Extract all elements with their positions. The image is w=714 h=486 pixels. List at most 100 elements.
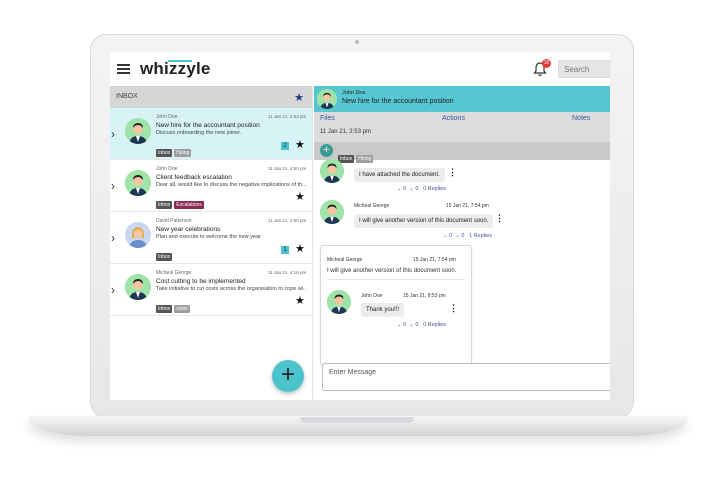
avatar [125, 222, 151, 248]
avatar [125, 170, 151, 196]
tag-inbox[interactable]: Inbox [156, 149, 173, 157]
mail-subject: Cost cutting to be implemented [156, 278, 246, 285]
chevron-down-icon[interactable]: ⌄ [455, 233, 460, 239]
laptop-camera [355, 40, 359, 44]
inbox-header: INBOX ★ [110, 86, 312, 108]
star-icon[interactable]: ★ [295, 138, 305, 151]
message-sender: Micheal George [354, 203, 390, 209]
message-bubble: I have attached the document. [354, 168, 445, 182]
message-sender: John Doe [361, 293, 383, 299]
mail-date: 11 Jan 21, 4:16 pm [268, 270, 307, 275]
chevron-down-icon[interactable]: ⌄ [397, 186, 402, 192]
chevron-down-icon[interactable]: ⌄ [443, 233, 448, 239]
thread-tags: Inbox Hiring [338, 147, 375, 165]
more-options-icon[interactable]: ⋮ [495, 214, 504, 223]
mail-item[interactable]: › John Doe 11 Jan 21, 4:50 pm Client fee… [110, 160, 312, 212]
message-bubble: Thank you!!! [361, 303, 405, 317]
tag-crisis[interactable]: crisis [174, 305, 190, 313]
hamburger-menu-icon[interactable] [117, 64, 130, 74]
message-text: I will give another version of this docu… [327, 268, 457, 274]
tag-inbox[interactable]: Inbox [156, 253, 173, 261]
thread-header: John Doe New hire for the accountant pos… [314, 86, 610, 112]
message-date: 15 Jan 21, 7:54 pm [413, 257, 456, 263]
tag-inbox[interactable]: Inbox [156, 201, 173, 209]
replies-link[interactable]: 0 Replies [423, 322, 446, 328]
notification-badge: 10 [542, 59, 551, 68]
mail-tags: Inbox Hiring [156, 141, 193, 159]
star-icon[interactable]: ★ [295, 294, 305, 307]
message-date: 15 Jan 21, 8:53 pm [403, 293, 446, 299]
message-reactions: ⌄ 0 ⌄ 0 0 Replies [397, 322, 446, 328]
mail-preview: Plan and execute to welcome the new year [156, 234, 261, 240]
inbox-panel: INBOX ★ › John Doe 11 Jan 21, 2:53 pm Ne… [110, 86, 313, 400]
tag-hiring[interactable]: Hiring [356, 155, 374, 163]
tag-escalations[interactable]: Escalations [174, 201, 204, 209]
replies-link[interactable]: 0 Replies [423, 186, 446, 192]
thread-date: 11 Jan 21, 2:53 pm [320, 129, 371, 135]
avatar [320, 200, 344, 224]
mail-sender: Micheal George [156, 270, 192, 276]
tag-inbox[interactable]: Inbox [156, 305, 173, 313]
app-screen: whizzyle 10 Search INBOX ★ › John Doe 11… [110, 52, 610, 400]
avatar [125, 274, 151, 300]
add-tag-button[interactable]: + [320, 144, 333, 157]
laptop-notch [300, 417, 414, 423]
avatar [125, 118, 151, 144]
unread-count-badge: 2 [281, 142, 289, 150]
mail-preview: Dear all, would like to discuss the nega… [156, 182, 306, 188]
message-date: 15 Jan 21, 7:54 pm [446, 203, 489, 209]
message-reactions: ⌄ 0 ⌄ 0 0 Replies [397, 186, 446, 192]
more-options-icon[interactable]: ⋮ [449, 304, 458, 313]
unread-count-badge: 1 [281, 246, 289, 254]
avatar [327, 290, 351, 314]
mail-tags: Inbox crisis [156, 297, 192, 315]
mail-subject: New hire for the accountant position [156, 122, 260, 129]
mail-item[interactable]: › David Patterson 11 Jan 21, 4:50 pm New… [110, 212, 312, 264]
avatar [317, 89, 337, 109]
mail-subject: Client feedback escalation [156, 174, 232, 181]
chevron-right-icon[interactable]: › [111, 127, 115, 141]
tag-hiring[interactable]: Hiring [174, 149, 192, 157]
mail-sender: David Patterson [156, 218, 192, 224]
chevron-right-icon[interactable]: › [111, 231, 115, 245]
tab-notes[interactable]: Notes [572, 115, 590, 122]
replies-link[interactable]: 1 Replies [469, 233, 492, 239]
logo-accent [168, 60, 192, 62]
message-bubble: I will give another version of this docu… [354, 214, 494, 228]
chevron-down-icon[interactable]: ⌄ [409, 322, 414, 328]
compose-button[interactable]: + [272, 360, 304, 392]
tab-actions[interactable]: Actions [442, 115, 465, 122]
mail-subject: New year celebrations [156, 226, 221, 233]
chevron-right-icon[interactable]: › [111, 179, 115, 193]
search-input[interactable]: Search [558, 60, 610, 78]
mail-date: 11 Jan 21, 4:50 pm [268, 218, 307, 223]
mail-tags: Inbox Escalations [156, 193, 206, 211]
tab-files[interactable]: Files [320, 115, 335, 122]
star-icon[interactable]: ★ [294, 91, 304, 104]
chevron-right-icon[interactable]: › [111, 283, 115, 297]
thread-sender: John Doe [342, 90, 366, 96]
mail-date: 11 Jan 21, 4:50 pm [268, 166, 307, 171]
reply-thread-card: Micheal George 15 Jan 21, 7:54 pm I will… [320, 245, 472, 365]
mail-date: 11 Jan 21, 2:53 pm [268, 114, 307, 119]
mail-item[interactable]: › Micheal George 11 Jan 21, 4:16 pm Cost… [110, 264, 312, 316]
mail-item[interactable]: › John Doe 11 Jan 21, 2:53 pm New hire f… [110, 108, 312, 160]
message-sender: Micheal George [327, 257, 363, 263]
message-input[interactable]: Enter Message [322, 363, 610, 391]
chevron-down-icon[interactable]: ⌄ [409, 186, 414, 192]
app-logo[interactable]: whizzyle [140, 59, 211, 79]
star-icon[interactable]: ★ [295, 190, 305, 203]
chevron-down-icon[interactable]: ⌄ [397, 322, 402, 328]
star-icon[interactable]: ★ [295, 242, 305, 255]
inbox-title: INBOX [116, 93, 138, 100]
mail-preview: Discuss onboarding the new joiner. [156, 130, 242, 136]
mail-preview: Take initiative to cut costs across the … [156, 286, 306, 292]
mail-tags: Inbox [156, 245, 174, 263]
mail-sender: John Doe [156, 114, 178, 120]
mail-sender: John Doe [156, 166, 178, 172]
message-reactions: ⌄ 0 ⌄ 0 1 Replies [443, 233, 492, 239]
more-options-icon[interactable]: ⋮ [448, 168, 457, 177]
avatar [320, 159, 344, 183]
thread-subject: New hire for the accountant position [342, 98, 454, 105]
divider [327, 279, 465, 280]
